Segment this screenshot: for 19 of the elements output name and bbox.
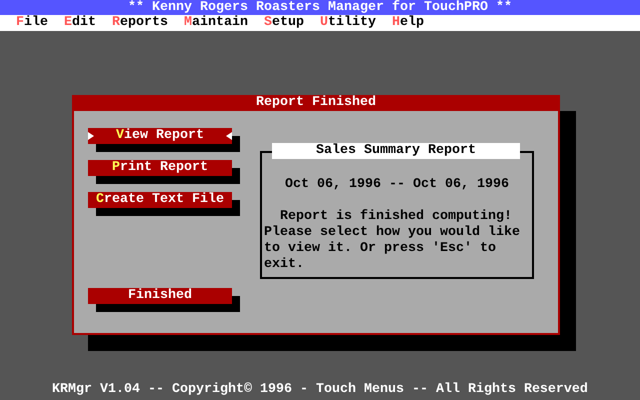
action-button[interactable]: Create Text File [88, 192, 232, 208]
pointer-icon [226, 132, 232, 140]
status-text: KRMgr V1.04 -- Copyright© 1996 - Touch Menus -- All Rights Reserved [52, 382, 588, 397]
action-button[interactable]: Finished [88, 288, 232, 304]
dialog-title: Report Finished [72, 95, 560, 111]
menu-item[interactable]: Utility [320, 15, 376, 31]
menu-item[interactable]: Reports [112, 15, 168, 31]
panel-title: Sales Summary Report [272, 143, 520, 159]
window-title: ** Kenny Rogers Roasters Manager for TouchPRO ** [0, 0, 640, 15]
menu-item[interactable]: Maintain [184, 15, 248, 31]
menu-item[interactable]: Help [392, 15, 424, 31]
action-button[interactable]: Print Report [88, 160, 232, 176]
menu-item[interactable]: Setup [264, 15, 304, 31]
menu-item[interactable]: File [16, 15, 48, 31]
menu-item[interactable]: Edit [64, 15, 96, 31]
action-button[interactable]: View Report [88, 128, 232, 144]
date-range: Oct 06, 1996 -- Oct 06, 1996 [284, 177, 510, 193]
pointer-icon [88, 132, 94, 140]
message-text: Report is finished computing! Please select how you would like to view it. Or press 'Esc' to exit. [263, 209, 521, 273]
